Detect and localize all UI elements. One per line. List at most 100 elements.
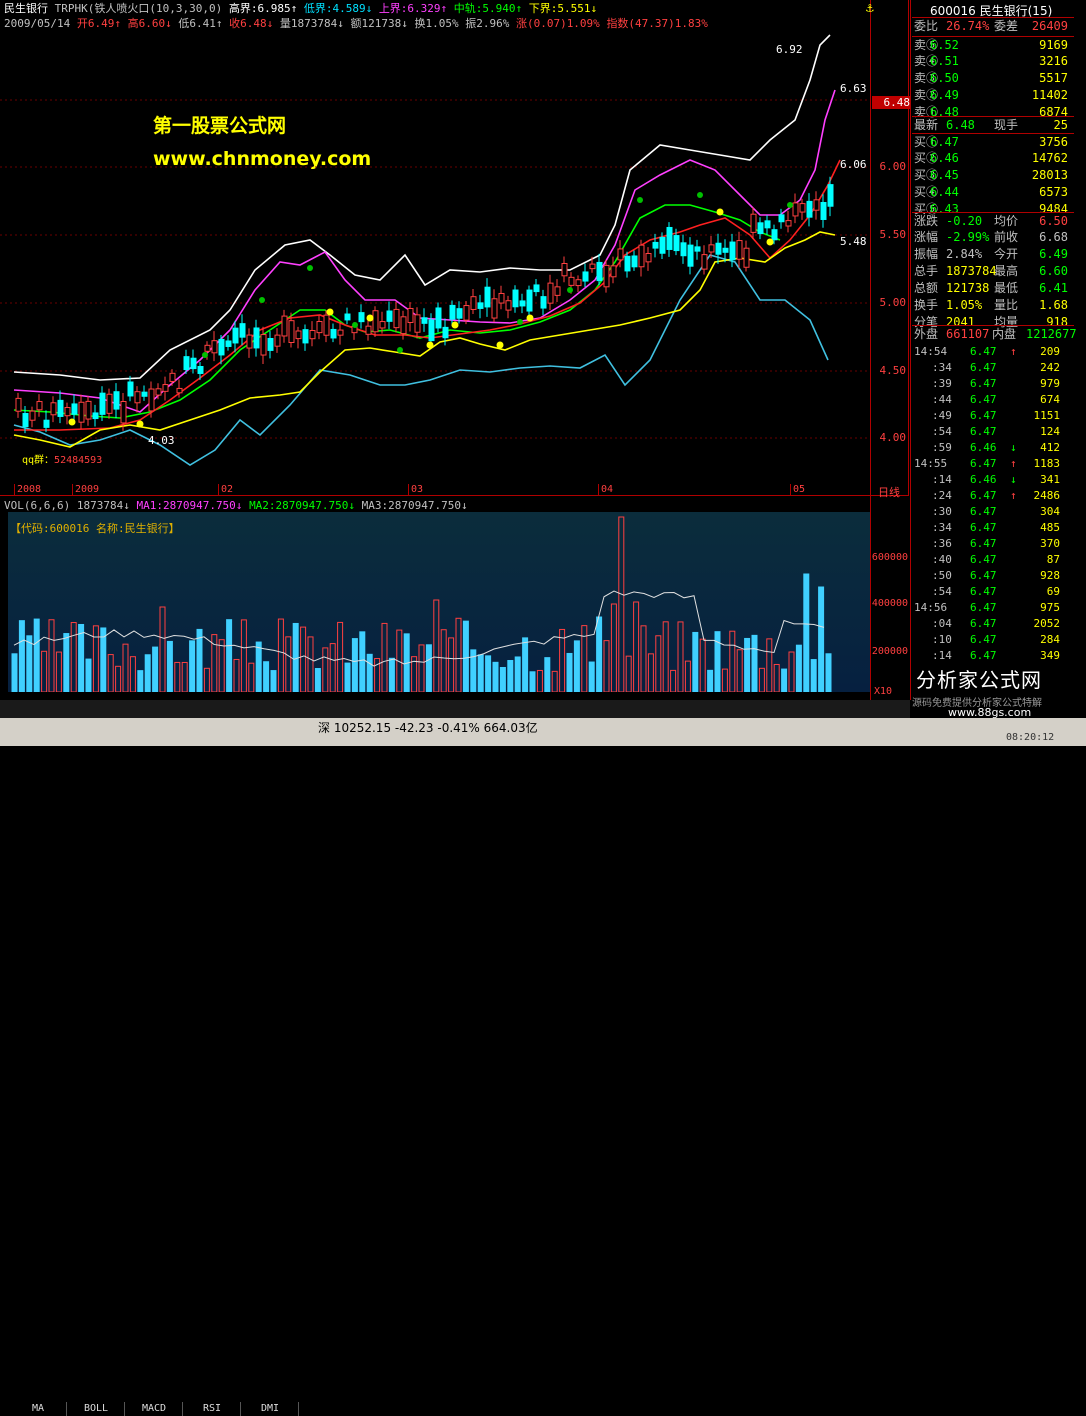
candle-body <box>624 255 631 272</box>
volume-bar <box>351 638 358 693</box>
tick-row[interactable]: :40 6.47 87 <box>912 552 1074 568</box>
stat-row[interactable]: 总手 1873784 最高 6.60 <box>912 263 1074 280</box>
tab-ma[interactable]: MA <box>10 1402 67 1416</box>
qq-group-number: 52484593 <box>54 455 103 466</box>
ask-row[interactable]: 卖④ 6.51 3216 <box>912 53 1074 70</box>
candle-body <box>666 226 673 250</box>
ask-row[interactable]: 卖② 6.49 11402 <box>912 87 1074 104</box>
volume-bar <box>818 586 825 693</box>
stat-row[interactable]: 换手 1.05% 量比 1.68 <box>912 297 1074 314</box>
ask-volume: 5517 <box>1039 71 1068 85</box>
tick-row[interactable]: :30 6.47 304 <box>912 504 1074 520</box>
volume-bar <box>344 662 351 693</box>
bid-row[interactable]: 买① 6.47 3756 <box>912 133 1074 151</box>
tick-row[interactable]: :34 6.47 485 <box>912 520 1074 536</box>
anchor-icon[interactable]: ⚓ <box>866 1 874 16</box>
candle-body <box>659 236 666 254</box>
stat-label: 最高 <box>994 264 1019 278</box>
bid-row[interactable]: 买② 6.46 14762 <box>912 150 1074 167</box>
tick-row[interactable]: :14 6.46 ↓ 341 <box>912 472 1074 488</box>
candle-body <box>449 304 456 320</box>
stat-value: 6.41 <box>1039 281 1068 295</box>
tick-row[interactable]: :10 6.47 284 <box>912 632 1074 648</box>
tab-macd[interactable]: MACD <box>126 1402 183 1416</box>
volume-bar <box>485 655 492 693</box>
mid-label: 6.06 <box>840 158 867 171</box>
candle-body <box>442 326 449 339</box>
tick-row[interactable]: :24 6.47 ↑ 2486 <box>912 488 1074 504</box>
ask-row[interactable]: 卖③ 6.50 5517 <box>912 70 1074 87</box>
period-label[interactable]: 日线 <box>878 484 900 500</box>
outer-inner-row[interactable]: 外盘 661107 内盘 1212677 <box>912 325 1077 343</box>
candle-body <box>414 314 421 333</box>
stat-label: 最低 <box>994 281 1019 295</box>
weibi-row[interactable]: 委比 26.74% 委差 26409 <box>912 17 1074 35</box>
candle-body <box>519 300 526 307</box>
volume-bar <box>803 573 810 693</box>
candle-body <box>806 200 813 218</box>
candle-body <box>155 388 162 396</box>
indicator-tabs: MA BOLL MACD RSI DMI <box>0 700 910 1416</box>
tick-row[interactable]: :59 6.46 ↓ 412 <box>912 440 1074 456</box>
bid-row[interactable]: 买③ 6.45 28013 <box>912 167 1074 184</box>
stat-row[interactable]: 涨幅 -2.99% 前收 6.68 <box>912 229 1074 246</box>
candle-body <box>211 340 218 354</box>
bid-row[interactable]: 买④ 6.44 6573 <box>912 184 1074 201</box>
tick-row[interactable]: :34 6.47 242 <box>912 360 1074 376</box>
tick-row[interactable]: 14:54 6.47 ↑ 209 <box>912 344 1074 360</box>
candle-body <box>127 381 134 397</box>
ask-row[interactable]: 卖⑤ 6.52 9169 <box>912 36 1074 54</box>
tick-row[interactable]: :04 6.47 2052 <box>912 616 1074 632</box>
bid-price: 6.44 <box>930 185 959 199</box>
tick-price: 6.47 <box>970 489 997 502</box>
tick-volume: 2052 <box>1033 617 1061 630</box>
tick-price: 6.47 <box>970 457 997 470</box>
stat-label: 量比 <box>994 298 1019 312</box>
candle-body <box>575 279 582 287</box>
tick-row[interactable]: :44 6.47 674 <box>912 392 1074 408</box>
candle-body <box>92 412 99 420</box>
tick-row[interactable]: :49 6.47 1151 <box>912 408 1074 424</box>
tick-row[interactable]: :50 6.47 928 <box>912 568 1074 584</box>
tab-dmi[interactable]: DMI <box>242 1402 299 1416</box>
volume-bar <box>596 616 603 693</box>
stat-row[interactable]: 总额 121738 最低 6.41 <box>912 280 1074 297</box>
tick-row[interactable]: :54 6.47 124 <box>912 424 1074 440</box>
signal-dot-yellow <box>136 420 144 428</box>
weibi-label: 委比 <box>914 19 939 33</box>
candlestick-chart[interactable] <box>0 0 910 500</box>
tick-price: 6.46 <box>970 441 997 454</box>
candle-body <box>778 214 785 223</box>
candle-body <box>337 329 344 336</box>
signal-dot-green <box>307 265 313 271</box>
tick-row[interactable]: :39 6.47 979 <box>912 376 1074 392</box>
tick-time: :40 <box>932 553 952 566</box>
weibi-value: 26.74% <box>946 19 990 33</box>
tick-row[interactable]: :36 6.47 370 <box>912 536 1074 552</box>
latest-row[interactable]: 最新 6.48 现手 25 <box>912 116 1074 134</box>
tick-price: 6.47 <box>970 409 997 422</box>
stat-value: 121738 <box>946 281 990 295</box>
candle-body <box>372 310 379 333</box>
tab-rsi[interactable]: RSI <box>184 1402 241 1416</box>
stat-value: 6.68 <box>1039 230 1068 244</box>
tick-row[interactable]: :54 6.47 69 <box>912 584 1074 600</box>
weidiff-value: 26409 <box>1031 19 1068 33</box>
candle-body <box>134 391 141 404</box>
volume-chart[interactable] <box>0 512 870 700</box>
stat-value: 1.68 <box>1039 298 1068 312</box>
stat-row[interactable]: 涨跌 -0.20 均价 6.50 <box>912 212 1074 230</box>
volume-unit: X10 <box>874 686 893 697</box>
stat-value: 2.84% <box>946 247 983 261</box>
tab-boll[interactable]: BOLL <box>68 1402 125 1416</box>
tick-row[interactable]: 14:55 6.47 ↑ 1183 <box>912 456 1074 472</box>
stat-row[interactable]: 振幅 2.84% 今开 6.49 <box>912 246 1074 263</box>
candle-body <box>477 302 484 309</box>
candle-body <box>596 261 603 282</box>
candle-body <box>498 292 505 304</box>
volume-title: VOL(6,6,6) <box>4 499 71 512</box>
low-label: 4.03 <box>148 434 175 447</box>
weidiff-label: 委差 <box>994 19 1019 33</box>
candle-body <box>176 387 183 394</box>
tick-row[interactable]: 14:56 6.47 975 <box>912 600 1074 616</box>
